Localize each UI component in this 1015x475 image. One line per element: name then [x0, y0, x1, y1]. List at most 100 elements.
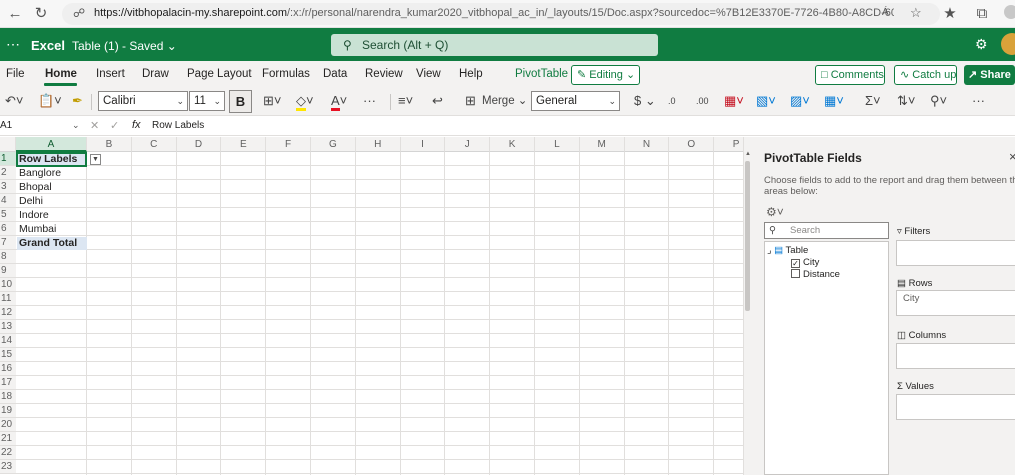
- favorites-icon[interactable]: ★: [941, 5, 959, 23]
- row-header-9[interactable]: 9: [0, 264, 16, 278]
- read-aloud-icon[interactable]: Á: [882, 7, 889, 18]
- tab-data[interactable]: Data: [323, 68, 347, 80]
- columns-drop-area[interactable]: [896, 343, 1015, 369]
- settings-gear-icon[interactable]: ⚙: [975, 36, 988, 53]
- find-icon[interactable]: ⚲˅: [930, 93, 947, 109]
- column-header-b[interactable]: B: [87, 137, 132, 152]
- cell-a6[interactable]: Mumbai: [17, 223, 87, 236]
- collections-icon[interactable]: ⧉: [973, 5, 991, 23]
- filters-drop-area[interactable]: [896, 240, 1015, 266]
- font-size-select[interactable]: 11 ⌄: [189, 91, 225, 111]
- fill-color-icon[interactable]: ◇˅: [296, 93, 314, 111]
- tab-draw[interactable]: Draw: [142, 68, 169, 80]
- conditional-format-icon[interactable]: ▦˅: [724, 93, 744, 109]
- merge-label[interactable]: Merge ⌄: [482, 93, 527, 109]
- paste-icon[interactable]: 📋˅: [38, 93, 62, 109]
- font-name-select[interactable]: Calibri ⌄: [98, 91, 188, 111]
- tab-pivottable[interactable]: PivotTable: [515, 68, 568, 80]
- row-header-1[interactable]: 1: [0, 152, 16, 166]
- vertical-scrollbar[interactable]: ▲: [743, 137, 751, 475]
- cell-a5[interactable]: Indore: [17, 209, 87, 222]
- rows-field-city[interactable]: City: [903, 293, 919, 304]
- tab-page-layout[interactable]: Page Layout: [187, 68, 252, 80]
- number-format-select[interactable]: General ⌄: [531, 91, 620, 111]
- column-header-c[interactable]: C: [131, 137, 177, 152]
- column-header-d[interactable]: D: [176, 137, 222, 152]
- scrollbar-thumb[interactable]: [745, 161, 750, 311]
- merge-icon[interactable]: ⊞: [465, 93, 476, 109]
- app-launcher-icon[interactable]: ⋯: [6, 36, 20, 53]
- tab-file[interactable]: File: [6, 68, 25, 80]
- row-header-18[interactable]: 18: [0, 390, 16, 404]
- row-header-23[interactable]: 23: [0, 460, 16, 474]
- cell-styles-icon[interactable]: ▨˅: [790, 93, 810, 109]
- row-header-12[interactable]: 12: [0, 306, 16, 320]
- cell-a4[interactable]: Delhi: [17, 195, 87, 208]
- row-header-16[interactable]: 16: [0, 362, 16, 376]
- font-color-icon[interactable]: A˅: [331, 93, 347, 111]
- close-pane-icon[interactable]: ×: [1009, 149, 1015, 164]
- column-header-k[interactable]: K: [490, 137, 535, 152]
- tab-insert[interactable]: Insert: [96, 68, 125, 80]
- align-icon[interactable]: ≡˅: [398, 93, 413, 109]
- row-header-15[interactable]: 15: [0, 348, 16, 362]
- cell-a7[interactable]: Grand Total: [17, 237, 87, 250]
- name-box[interactable]: A1: [0, 120, 12, 131]
- currency-button[interactable]: $ ⌄: [634, 93, 656, 109]
- tab-formulas[interactable]: Formulas: [262, 68, 310, 80]
- favorite-star-icon[interactable]: ☆: [910, 5, 922, 21]
- column-header-n[interactable]: N: [624, 137, 670, 152]
- sort-filter-icon[interactable]: ⇅˅: [897, 93, 915, 109]
- column-header-e[interactable]: E: [221, 137, 267, 152]
- row-header-13[interactable]: 13: [0, 320, 16, 334]
- column-header-a[interactable]: A: [16, 137, 87, 152]
- format-as-table-icon[interactable]: ▧˅: [756, 93, 776, 109]
- row-header-8[interactable]: 8: [0, 250, 16, 264]
- bold-button[interactable]: B: [229, 90, 252, 113]
- row-header-7[interactable]: 7: [0, 236, 16, 250]
- collapse-icon[interactable]: ⌟: [767, 245, 771, 256]
- column-header-p[interactable]: P: [714, 137, 743, 152]
- checkbox-checked-icon[interactable]: ✓: [791, 259, 800, 268]
- column-header-o[interactable]: O: [669, 137, 715, 152]
- row-header-5[interactable]: 5: [0, 208, 16, 222]
- column-header-m[interactable]: M: [579, 137, 625, 152]
- tab-help[interactable]: Help: [459, 68, 483, 80]
- spreadsheet-grid[interactable]: ABCDEFGHIJKLMNOP 1 2 3 4 5 6 7 8 9 10 11 12 13 14 15 16…: [0, 137, 743, 475]
- row-header-11[interactable]: 11: [0, 292, 16, 306]
- select-all-corner[interactable]: [0, 137, 16, 152]
- wrap-text-icon[interactable]: ↩: [432, 93, 443, 109]
- column-header-j[interactable]: J: [445, 137, 491, 152]
- cancel-icon[interactable]: ✕: [90, 119, 99, 132]
- tab-review[interactable]: Review: [365, 68, 403, 80]
- column-header-i[interactable]: I: [400, 137, 446, 152]
- row-header-22[interactable]: 22: [0, 446, 16, 460]
- row-header-4[interactable]: 4: [0, 194, 16, 208]
- search-box[interactable]: ⚲ Search (Alt + Q): [331, 34, 658, 56]
- undo-icon[interactable]: ↶˅: [5, 93, 23, 109]
- table-node[interactable]: ⌟ ▤ Table: [767, 245, 808, 256]
- row-labels-filter-icon[interactable]: ▼: [90, 154, 101, 165]
- fx-icon[interactable]: fx: [132, 119, 141, 131]
- column-header-l[interactable]: L: [535, 137, 580, 152]
- row-header-3[interactable]: 3: [0, 180, 16, 194]
- back-arrow-icon[interactable]: ←: [6, 5, 24, 23]
- document-title[interactable]: Table (1) - Saved ⌄: [72, 39, 177, 53]
- catch-up-button[interactable]: ∿ Catch up: [894, 65, 957, 85]
- column-header-h[interactable]: H: [355, 137, 401, 152]
- row-header-17[interactable]: 17: [0, 376, 16, 390]
- field-city[interactable]: ✓ City: [791, 257, 819, 268]
- row-header-2[interactable]: 2: [0, 166, 16, 180]
- row-header-20[interactable]: 20: [0, 418, 16, 432]
- comments-button[interactable]: □ Comments: [815, 65, 885, 85]
- more-font-options-icon[interactable]: ···: [363, 93, 376, 109]
- rows-drop-area[interactable]: City: [896, 290, 1015, 316]
- refresh-icon[interactable]: ↻: [32, 5, 50, 23]
- row-header-10[interactable]: 10: [0, 278, 16, 292]
- editing-mode-button[interactable]: ✎ Editing ⌄: [571, 65, 640, 85]
- share-button[interactable]: ↗ Share: [964, 65, 1015, 85]
- tab-view[interactable]: View: [416, 68, 441, 80]
- row-header-6[interactable]: 6: [0, 222, 16, 236]
- field-settings-gear-icon[interactable]: ⚙˅: [766, 205, 784, 219]
- enter-icon[interactable]: ✓: [110, 119, 119, 132]
